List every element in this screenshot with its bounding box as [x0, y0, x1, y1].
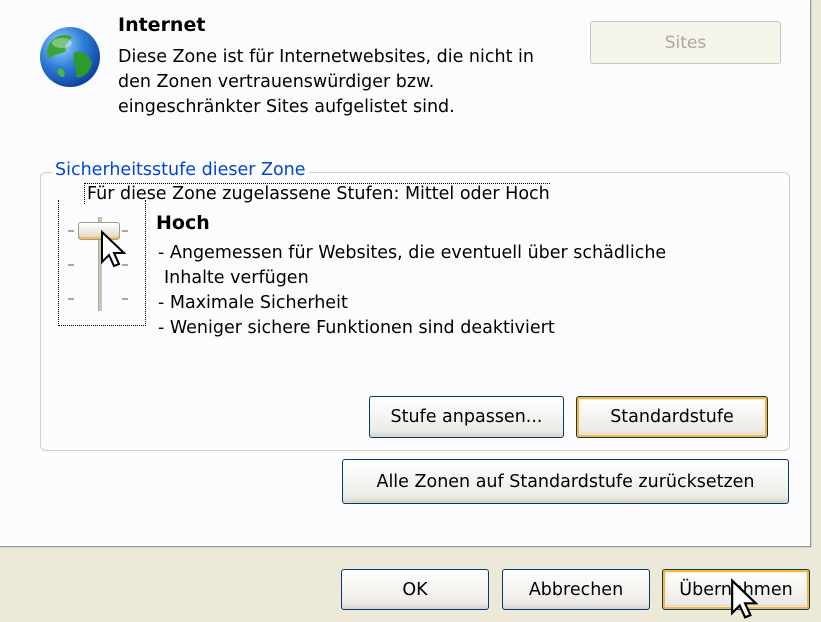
default-level-button[interactable]: Standardstufe — [576, 396, 768, 438]
reset-all-zones-button[interactable]: Alle Zonen auf Standardstufe zurücksetze… — [342, 459, 789, 504]
zone-title: Internet — [118, 14, 206, 36]
level-detail-line: Inhalte verfügen — [164, 268, 309, 288]
level-detail-line: - Maximale Sicherheit — [158, 293, 348, 313]
slider-tick — [68, 298, 74, 300]
level-name: Hoch — [156, 212, 210, 234]
mouse-cursor-icon — [101, 230, 126, 268]
level-detail-line: - Angemessen für Websites, die eventuell… — [158, 243, 667, 263]
sites-button[interactable]: Sites — [590, 21, 781, 64]
level-detail-line: - Weniger sichere Funktionen sind deakti… — [158, 318, 555, 338]
zone-description-line: eingeschränkter Sites aufgelistet sind. — [118, 97, 455, 117]
group-title: Sicherheitsstufe dieser Zone — [52, 160, 309, 180]
zone-description-line: den Zonen vertrauenswürdiger bzw. — [118, 72, 435, 92]
custom-level-button[interactable]: Stufe anpassen... — [369, 396, 564, 438]
slider-tick — [122, 298, 128, 300]
cancel-button[interactable]: Abbrechen — [502, 569, 650, 610]
zone-description-line: Diese Zone ist für Internetwebsites, die… — [118, 47, 534, 67]
allowed-levels-label: Für diese Zone zugelassene Stufen: Mitte… — [84, 183, 550, 204]
slider-tick — [68, 264, 74, 266]
globe-icon — [40, 27, 100, 87]
ok-button[interactable]: OK — [341, 569, 489, 610]
slider-tick — [68, 230, 74, 232]
mouse-cursor-icon — [731, 578, 758, 619]
